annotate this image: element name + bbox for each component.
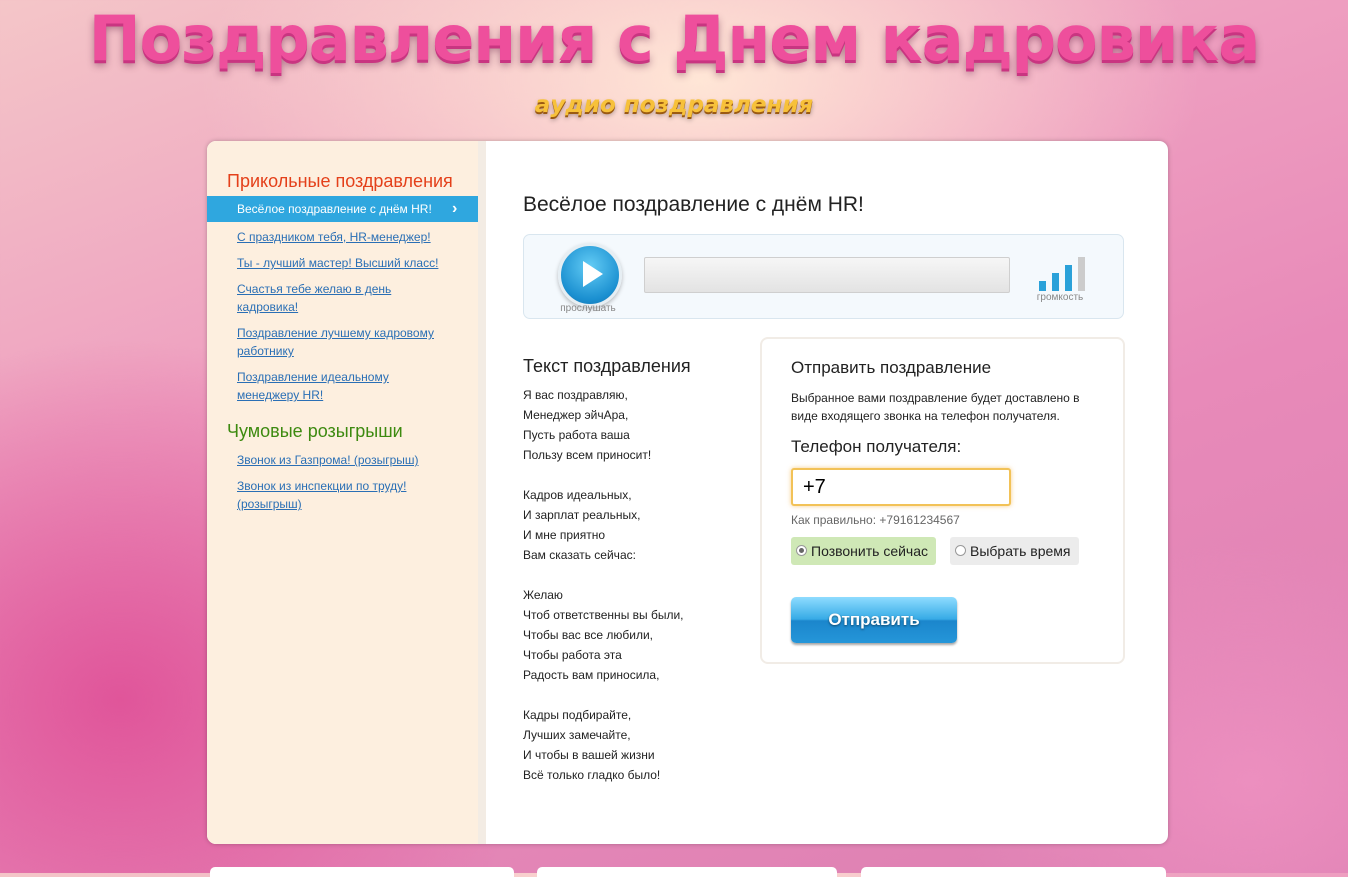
radio-call-now[interactable]: Позвонить сейчас (791, 537, 937, 565)
menu-funny: Весёлое поздравление с днём HR! › С праз… (207, 196, 478, 412)
radio-choose-time[interactable]: Выбрать время (950, 537, 1079, 565)
sidebar-item[interactable]: Поздравление идеальному менеджеру HR! (207, 368, 478, 404)
radio-unselected-icon (955, 545, 966, 556)
lyrics-heading: Текст поздравления (523, 356, 691, 376)
sidebar-item-label: Весёлое поздравление с днём HR! (237, 202, 432, 216)
site-title: Поздравления с Днем кадровика (88, 2, 1260, 75)
send-form: Отправить поздравление Выбранное вами по… (760, 337, 1125, 664)
phone-input[interactable] (791, 468, 1011, 506)
page-title: Весёлое поздравление с днём HR! (523, 193, 864, 216)
sidebar: Прикольные поздравления Весёлое поздравл… (207, 141, 486, 844)
play-icon (583, 261, 603, 287)
content-area: Весёлое поздравление с днём HR! прослуша… (486, 141, 1168, 844)
volume-control[interactable] (1039, 257, 1089, 291)
chevron-right-icon: › (452, 200, 458, 217)
volume-bar-icon (1078, 257, 1085, 291)
sidebar-item[interactable]: С праздником тебя, HR-менеджер! (207, 228, 478, 246)
bottom-block (210, 867, 514, 877)
bottom-block (537, 867, 837, 877)
volume-bar-icon (1039, 281, 1046, 291)
phone-label: Телефон получателя: (791, 437, 962, 456)
sidebar-item[interactable]: Ты - лучший мастер! Высший класс! (207, 254, 478, 272)
volume-bar-icon (1052, 273, 1059, 291)
phone-hint: Как правильно: +79161234567 (791, 513, 960, 527)
send-description: Выбранное вами поздравление будет достав… (791, 391, 1080, 423)
sidebar-item[interactable]: Счастья тебе желаю в день кадровика! (207, 280, 478, 316)
volume-label: громкость (1036, 292, 1084, 303)
sidebar-item[interactable]: Поздравление лучшему кадровому работнику (207, 324, 478, 360)
play-button[interactable] (558, 243, 622, 307)
lyrics-text: Я вас поздравляю, Менеджер эйчАра, Пусть… (523, 388, 684, 782)
category-title-funny: Прикольные поздравления (227, 171, 453, 191)
radio-selected-icon (796, 545, 807, 556)
send-heading: Отправить поздравление (791, 358, 992, 377)
menu-pranks: Звонок из Газпрома! (розыгрыш) Звонок из… (207, 451, 478, 521)
sidebar-item-active[interactable]: Весёлое поздравление с днём HR! › (207, 196, 478, 222)
progress-bar[interactable] (644, 257, 1010, 293)
radio-label: Позвонить сейчас (811, 543, 929, 559)
sidebar-item[interactable]: Звонок из Газпрома! (розыгрыш) (207, 451, 478, 469)
play-label: прослушать (560, 303, 616, 314)
main-panel: Прикольные поздравления Весёлое поздравл… (207, 141, 1168, 844)
sidebar-item[interactable]: Звонок из инспекции по труду! (розыгрыш) (207, 477, 478, 513)
radio-label: Выбрать время (970, 543, 1071, 559)
volume-bar-icon (1065, 265, 1072, 291)
site-subtitle: аудио поздравления (534, 92, 814, 118)
audio-player: прослушать громкость (523, 234, 1124, 319)
submit-button[interactable]: Отправить (791, 597, 957, 643)
category-title-pranks: Чумовые розыгрыши (227, 421, 403, 441)
bottom-block (861, 867, 1166, 877)
